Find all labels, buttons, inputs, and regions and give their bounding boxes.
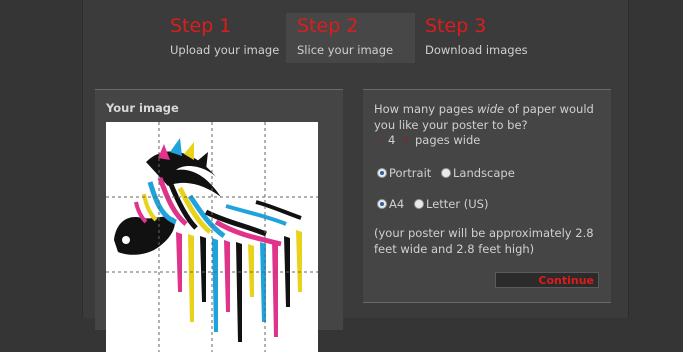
letter-label: Letter (US) — [426, 197, 489, 211]
portrait-radio-dot[interactable] — [377, 168, 387, 178]
increase-pages-button[interactable]: + — [401, 133, 410, 146]
letter-radio-dot[interactable] — [414, 199, 424, 209]
pages-count: 4 — [388, 133, 396, 147]
step-3-subtitle: Download images — [425, 43, 528, 57]
step-1[interactable]: Step 1 Upload your image — [170, 13, 280, 63]
step-2[interactable]: Step 2 Slice your image — [286, 13, 415, 63]
image-panel: Your image — [95, 89, 343, 352]
question-emphasis: wide — [477, 102, 505, 116]
poster-size-note: (your poster will be approximately 2.8 f… — [374, 226, 594, 256]
step-1-title: Step 1 — [170, 15, 232, 37]
step-2-title: Step 2 — [297, 15, 359, 37]
options-panel: How many pages wide of paper would you l… — [363, 89, 611, 303]
step-3[interactable]: Step 3 Download images — [425, 13, 535, 63]
a4-radio-dot[interactable] — [377, 199, 387, 209]
pages-question: How many pages wide of paper would you l… — [374, 101, 600, 133]
landscape-radio-dot[interactable] — [441, 168, 451, 178]
image-panel-title: Your image — [106, 101, 179, 115]
pages-wide-label: pages wide — [415, 133, 481, 147]
a4-label: A4 — [389, 197, 405, 211]
question-prefix: How many pages — [374, 102, 478, 116]
landscape-label: Landscape — [453, 166, 515, 180]
continue-button[interactable]: Continue — [495, 272, 599, 288]
step-3-title: Step 3 — [425, 15, 487, 37]
decrease-pages-button[interactable]: − — [374, 133, 383, 146]
portrait-label: Portrait — [389, 166, 432, 180]
step-1-subtitle: Upload your image — [170, 43, 280, 57]
step-2-subtitle: Slice your image — [297, 43, 394, 57]
